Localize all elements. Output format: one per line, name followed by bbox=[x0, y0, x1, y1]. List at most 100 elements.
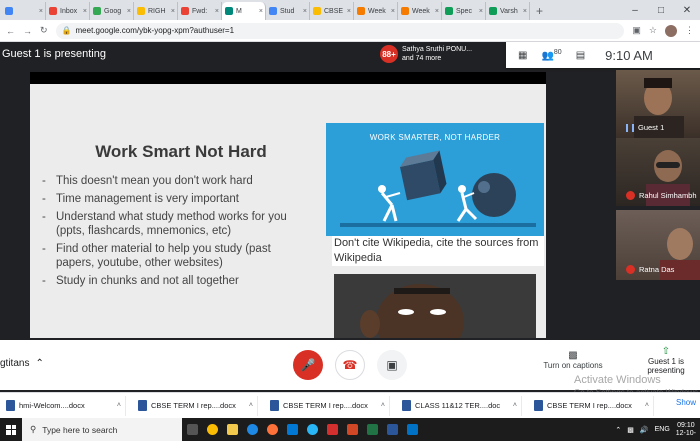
browser-tab[interactable]: Varsh × bbox=[486, 2, 530, 20]
layout-icon[interactable]: ▦ bbox=[518, 50, 527, 61]
back-icon[interactable]: ← bbox=[6, 26, 15, 36]
participant-tile[interactable]: Ratna Das bbox=[616, 210, 700, 280]
close-window-button[interactable]: ✕ bbox=[674, 5, 700, 16]
menu-icon[interactable]: ⋮ bbox=[685, 25, 694, 36]
start-button[interactable] bbox=[0, 418, 22, 441]
store-icon[interactable] bbox=[282, 418, 302, 441]
download-item[interactable]: CBSE TERM I rep....docx ˄ bbox=[530, 395, 654, 416]
chevron-up-icon[interactable]: ˄ bbox=[513, 402, 517, 409]
maximize-button[interactable]: □ bbox=[648, 5, 674, 16]
presenter-chip[interactable]: 88+ Sathya Sruthi PONU... and 74 more bbox=[380, 45, 472, 63]
new-tab-button[interactable]: + bbox=[536, 4, 543, 18]
browser-tab[interactable]: × bbox=[2, 2, 46, 20]
file-explorer-icon[interactable] bbox=[222, 418, 242, 441]
show-all-downloads-button[interactable]: Show bbox=[676, 398, 696, 407]
tab-close-icon[interactable]: × bbox=[259, 8, 263, 15]
leave-call-button[interactable]: ☎ bbox=[335, 350, 365, 380]
tab-close-icon[interactable]: × bbox=[435, 8, 439, 15]
tab-close-icon[interactable]: × bbox=[391, 8, 395, 15]
browser-tab[interactable]: Spec × bbox=[442, 2, 486, 20]
browser-tab[interactable]: Week × bbox=[354, 2, 398, 20]
taskbar-clock[interactable]: 09:10 12-10- bbox=[676, 422, 696, 438]
network-icon[interactable]: ▩ bbox=[627, 426, 634, 434]
download-item[interactable]: hmi-Welcom....docx ˄ bbox=[2, 395, 126, 416]
participant-tile[interactable]: Guest 1 bbox=[616, 70, 700, 138]
window-controls: – □ ✕ bbox=[622, 0, 700, 20]
url-field[interactable]: 🔒 meet.google.com/ybk-yopg-xpm?authuser=… bbox=[55, 22, 625, 39]
browser-tab[interactable]: Fwd: × bbox=[178, 2, 222, 20]
browser-tab[interactable]: Inbox × bbox=[46, 2, 90, 20]
slide-bullet: Time management is very important bbox=[42, 192, 292, 206]
microphone-toggle-button[interactable]: 🎤 bbox=[293, 350, 323, 380]
captions-button[interactable]: ▩ Turn on captions bbox=[540, 350, 606, 370]
tab-favicon-icon bbox=[225, 7, 233, 15]
browser-tab[interactable]: Stud × bbox=[266, 2, 310, 20]
ie-icon[interactable] bbox=[302, 418, 322, 441]
tab-close-icon[interactable]: × bbox=[171, 8, 175, 15]
download-filename: CBSE TERM I rep....docx bbox=[151, 401, 236, 410]
camera-icon: ▣ bbox=[386, 358, 398, 372]
clock-time: 09:10 bbox=[677, 421, 695, 429]
presenter-name: Sathya Sruthi PONU... bbox=[402, 46, 473, 53]
tab-close-icon[interactable]: × bbox=[303, 8, 307, 15]
excel-icon[interactable] bbox=[362, 418, 382, 441]
presenting-button[interactable]: ⇧ Guest 1 is presenting bbox=[636, 346, 696, 375]
download-item[interactable]: CBSE TERM I rep....docx ˄ bbox=[266, 395, 390, 416]
word-icon[interactable] bbox=[382, 418, 402, 441]
clock-date: 12-10- bbox=[675, 429, 696, 437]
people-icon[interactable]: 👥80 bbox=[541, 49, 561, 61]
word-document-icon bbox=[534, 400, 543, 411]
browser-tab[interactable]: Week × bbox=[398, 2, 442, 20]
mail-icon[interactable] bbox=[402, 418, 422, 441]
meeting-code[interactable]: gtitans ⌃ bbox=[0, 358, 44, 369]
tab-close-icon[interactable]: × bbox=[347, 8, 351, 15]
work-smarter-illustration: WORK SMARTER, NOT HARDER bbox=[326, 123, 544, 236]
language-indicator[interactable]: ENG bbox=[655, 426, 670, 433]
powerpoint-icon[interactable] bbox=[342, 418, 362, 441]
volume-icon[interactable]: 🔊 bbox=[640, 426, 649, 434]
chevron-up-icon[interactable]: ˄ bbox=[381, 402, 385, 409]
chrome-icon[interactable] bbox=[202, 418, 222, 441]
browser-tab[interactable]: RIGH × bbox=[134, 2, 178, 20]
tab-close-icon[interactable]: × bbox=[83, 8, 87, 15]
presenting-label: Guest 1 is presenting bbox=[2, 48, 106, 60]
chevron-up-icon[interactable]: ˄ bbox=[645, 402, 649, 409]
firefox-icon[interactable] bbox=[262, 418, 282, 441]
download-item[interactable]: CBSE TERM I rep....docx ˄ bbox=[134, 395, 258, 416]
tab-close-icon[interactable]: × bbox=[127, 8, 131, 15]
participant-tile[interactable]: Rahul Simhambh bbox=[616, 138, 700, 206]
tab-close-icon[interactable]: × bbox=[215, 8, 219, 15]
tab-label: Goog bbox=[104, 7, 122, 15]
download-filename: CBSE TERM I rep....docx bbox=[283, 401, 368, 410]
tray-chevron-icon[interactable]: ⌃ bbox=[615, 426, 621, 434]
acrobat-icon[interactable] bbox=[322, 418, 342, 441]
browser-tab[interactable]: M × bbox=[222, 2, 266, 20]
task-view-icon[interactable] bbox=[182, 418, 202, 441]
forward-icon[interactable]: → bbox=[23, 26, 32, 36]
profile-avatar[interactable] bbox=[665, 24, 677, 37]
chevron-up-icon[interactable]: ˄ bbox=[117, 402, 121, 409]
tab-label: Week bbox=[368, 7, 386, 15]
download-item[interactable]: CLASS 11&12 TER....doc ˄ bbox=[398, 395, 522, 416]
tab-close-icon[interactable]: × bbox=[39, 8, 43, 15]
camera-indicator-icon[interactable]: ▣ bbox=[632, 25, 641, 36]
chevron-up-icon[interactable]: ˄ bbox=[249, 402, 253, 409]
star-icon[interactable]: ☆ bbox=[649, 25, 657, 36]
captions-icon: ▩ bbox=[568, 350, 578, 361]
participant-name: Rahul Simhambh bbox=[626, 191, 697, 200]
tab-close-icon[interactable]: × bbox=[479, 8, 483, 15]
browser-tab[interactable]: CBSE × bbox=[310, 2, 354, 20]
edge-icon[interactable] bbox=[242, 418, 262, 441]
browser-tab[interactable]: Goog × bbox=[90, 2, 134, 20]
tab-close-icon[interactable]: × bbox=[523, 8, 527, 15]
taskbar-search[interactable]: ⚲ Type here to search bbox=[22, 418, 182, 441]
tab-favicon-icon bbox=[137, 7, 145, 15]
meeting-clock: 9:10 AM bbox=[605, 47, 653, 63]
reload-icon[interactable]: ↻ bbox=[40, 25, 48, 36]
minimize-button[interactable]: – bbox=[622, 5, 648, 16]
chat-icon[interactable]: ▤ bbox=[576, 50, 585, 61]
tab-favicon-icon bbox=[401, 7, 409, 15]
system-tray: ⌃ ▩ 🔊 ENG 09:10 12-10- bbox=[615, 422, 700, 438]
camera-toggle-button[interactable]: ▣ bbox=[377, 350, 407, 380]
tab-favicon-icon bbox=[5, 7, 13, 15]
